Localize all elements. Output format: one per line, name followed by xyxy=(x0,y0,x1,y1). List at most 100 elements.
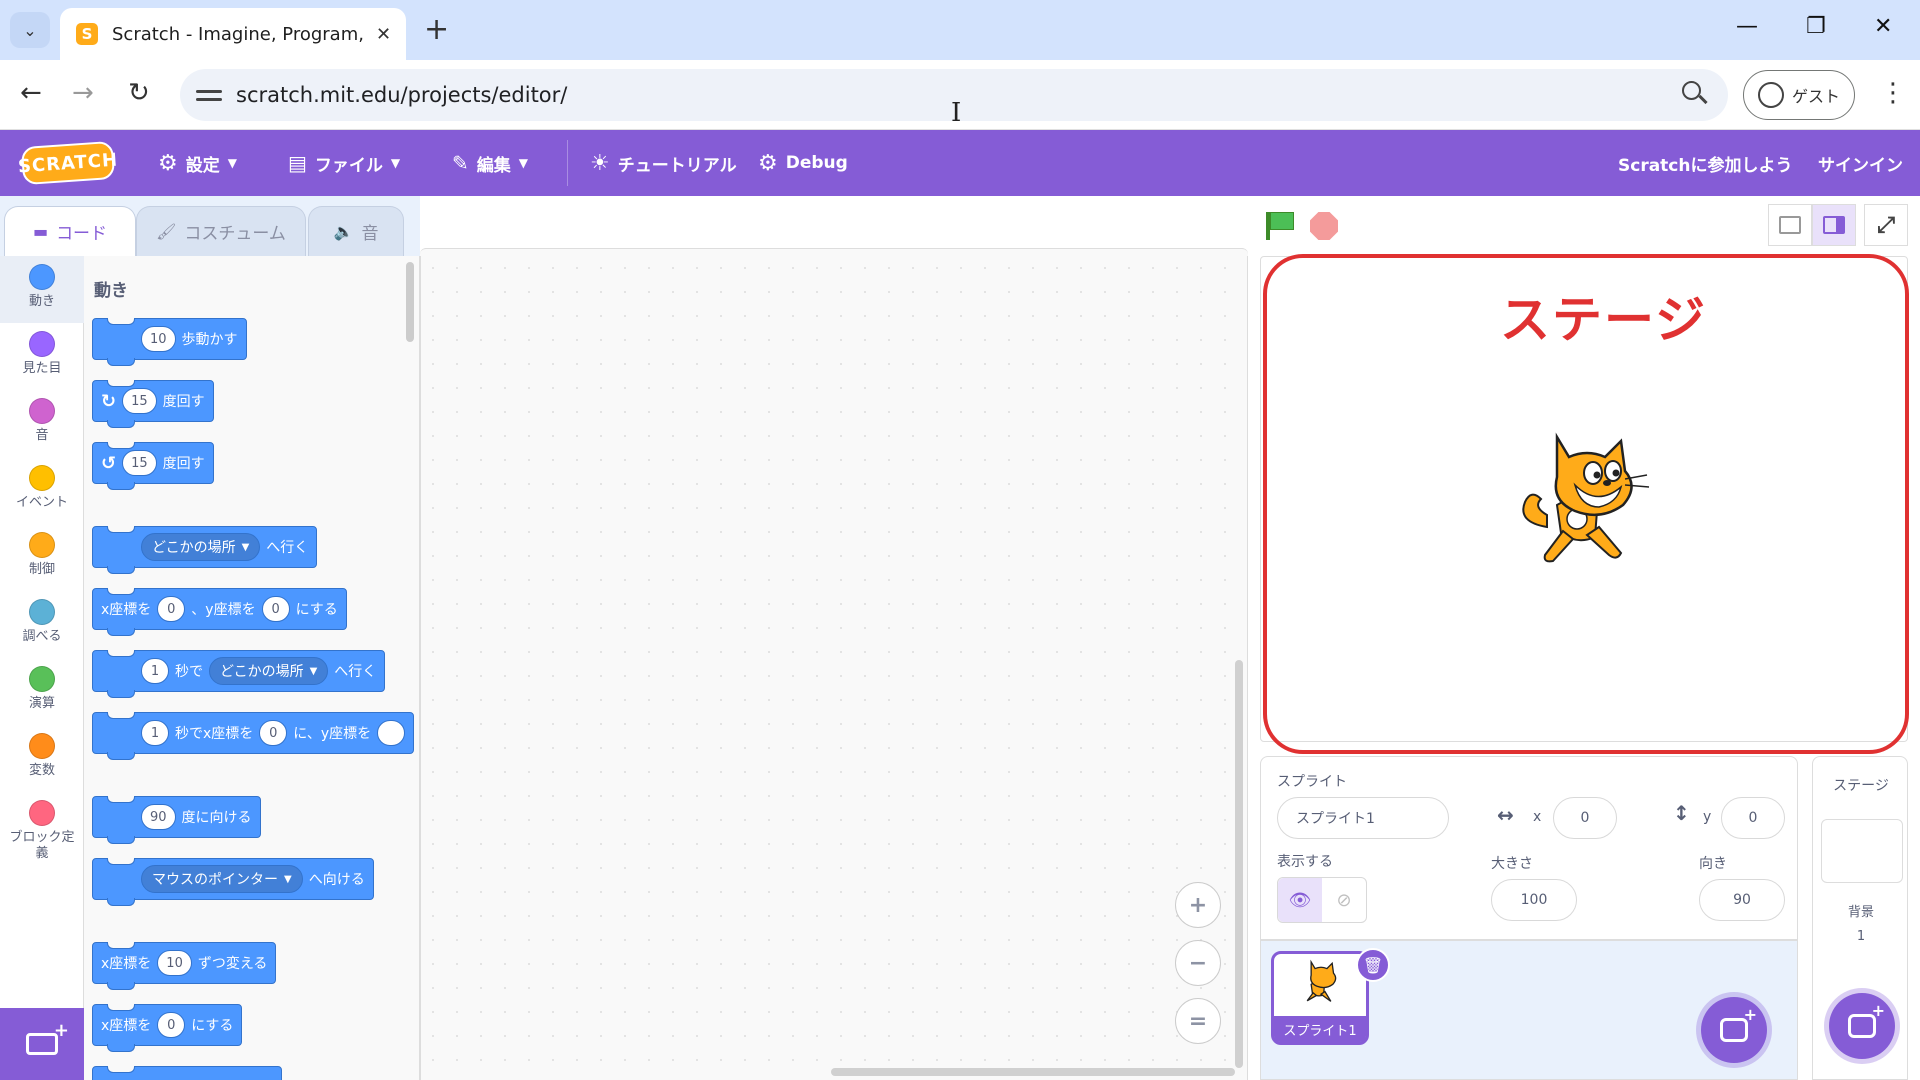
block-input[interactable]: 10 xyxy=(157,950,192,976)
palette-scrollbar[interactable] xyxy=(406,262,414,342)
category-my-blocks[interactable]: ブロック定義 xyxy=(0,792,84,874)
close-window-button[interactable]: ✕ xyxy=(1874,14,1892,39)
profile-button[interactable]: ゲスト xyxy=(1743,70,1855,120)
block-dropdown[interactable]: どこかの場所 ▼ xyxy=(209,657,329,685)
block-go-to[interactable]: どこかの場所 ▼ へ行く xyxy=(92,526,318,574)
zoom-out-button[interactable]: − xyxy=(1175,940,1221,986)
small-stage-button[interactable] xyxy=(1768,204,1812,246)
forward-arrow-icon[interactable]: → xyxy=(72,78,94,108)
zoom-in-button[interactable]: + xyxy=(1175,882,1221,928)
reload-icon[interactable]: ↻ xyxy=(128,78,150,108)
site-info-icon[interactable] xyxy=(196,82,222,108)
tab-costumes[interactable]: 🖌 コスチューム xyxy=(136,206,306,256)
image-plus-icon xyxy=(1848,1001,1885,1038)
settings-menu[interactable]: ⚙ 設定 ▼ xyxy=(158,130,237,196)
sprite-name-input[interactable]: スプライト1 xyxy=(1277,797,1449,839)
join-scratch-link[interactable]: Scratchに参加しよう xyxy=(1618,130,1792,196)
direction-input[interactable]: 90 xyxy=(1699,879,1785,921)
block-point-towards[interactable]: マウスのポインター ▼ へ向ける xyxy=(92,858,374,906)
sign-in-link[interactable]: サインイン xyxy=(1818,130,1903,196)
url-text[interactable]: scratch.mit.edu/projects/editor/ xyxy=(236,83,567,107)
show-label: 表示する xyxy=(1277,854,1333,870)
block-partial[interactable] xyxy=(92,1066,282,1080)
block-turn-left[interactable]: ↺ 15 度回す xyxy=(92,442,214,490)
x-position-input[interactable]: 0 xyxy=(1553,797,1617,839)
zoom-magnifier-icon[interactable] xyxy=(1682,81,1708,107)
kebab-menu-icon[interactable]: ⋮ xyxy=(1880,78,1906,108)
block-input[interactable]: 0 xyxy=(157,596,186,622)
block-change-x[interactable]: x座標を 10 ずつ変える xyxy=(92,942,277,990)
script-horizontal-scrollbar[interactable] xyxy=(831,1068,1235,1076)
tab-code[interactable]: ▬ コード xyxy=(4,206,136,256)
direction-label: 向き xyxy=(1699,856,1727,872)
y-position-input[interactable]: 0 xyxy=(1721,797,1785,839)
block-input[interactable]: 0 xyxy=(157,1012,186,1038)
block-turn-right[interactable]: ↻ 15 度回す xyxy=(92,380,214,428)
close-tab-icon[interactable]: ✕ xyxy=(376,24,391,45)
minimize-button[interactable]: — xyxy=(1736,14,1758,39)
category-motion[interactable]: 動き xyxy=(0,256,84,323)
category-dot xyxy=(29,398,55,424)
block-input[interactable]: 0 xyxy=(259,720,288,746)
sprite-thumbnail[interactable]: スプライト1 🗑 xyxy=(1271,948,1390,1045)
block-set-x[interactable]: x座標を 0 にする xyxy=(92,1004,243,1052)
category-events[interactable]: イベント xyxy=(0,457,84,524)
block-input[interactable]: 0 xyxy=(261,596,290,622)
block-glide-to[interactable]: 1 秒で どこかの場所 ▼ へ行く xyxy=(92,650,386,698)
add-extension-button[interactable] xyxy=(0,1008,84,1080)
block-text: 秒でx座標を xyxy=(175,726,254,742)
category-looks[interactable]: 見た目 xyxy=(0,323,84,390)
size-input[interactable]: 100 xyxy=(1491,879,1577,921)
block-input[interactable]: 90 xyxy=(141,804,176,830)
zoom-out-icon: − xyxy=(1188,950,1208,976)
block-move-steps[interactable]: 10 歩動かす xyxy=(92,318,247,366)
zoom-reset-icon: = xyxy=(1188,1008,1208,1034)
file-menu[interactable]: ▤ ファイル ▼ xyxy=(288,130,400,196)
profile-label: ゲスト xyxy=(1791,87,1840,106)
category-operators[interactable]: 演算 xyxy=(0,658,84,725)
browser-tab-scratch[interactable]: S Scratch - Imagine, Program, Share ✕ xyxy=(60,8,406,60)
stage-target-pane[interactable]: ステージ 背景 1 xyxy=(1812,756,1908,1080)
large-stage-button[interactable] xyxy=(1812,204,1856,246)
edit-menu[interactable]: ✎ 編集 ▼ xyxy=(452,130,528,196)
block-point-direction[interactable]: 90 度に向ける xyxy=(92,796,261,844)
block-input[interactable]: 1 xyxy=(141,720,169,746)
back-arrow-icon[interactable]: ← xyxy=(20,78,42,108)
tab-search-button[interactable]: ⌄ xyxy=(10,12,50,48)
category-sensing[interactable]: 調べる xyxy=(0,591,84,658)
script-vertical-scrollbar[interactable] xyxy=(1235,660,1243,1068)
block-input[interactable] xyxy=(377,720,406,746)
show-button[interactable]: 👁 xyxy=(1278,878,1322,922)
block-input[interactable]: 15 xyxy=(122,450,157,476)
debug-button[interactable]: ⚙ Debug xyxy=(758,130,848,196)
restore-button[interactable]: ❐ xyxy=(1806,14,1826,39)
script-area[interactable]: + − = xyxy=(420,256,1248,1080)
block-dropdown[interactable]: マウスのポインター ▼ xyxy=(141,865,303,893)
scratch-cat-sprite[interactable] xyxy=(1517,427,1657,575)
new-tab-button[interactable]: + xyxy=(424,12,449,47)
scratch-logo[interactable]: SCRATCH xyxy=(17,140,119,186)
category-variables[interactable]: 変数 xyxy=(0,725,84,792)
tab-sounds[interactable]: 🔈 音 xyxy=(308,206,404,256)
green-flag-icon[interactable] xyxy=(1266,212,1294,240)
zoom-reset-button[interactable]: = xyxy=(1175,998,1221,1044)
category-label: 動き xyxy=(28,294,55,309)
block-glide-to-xy[interactable]: 1 秒でx座標を 0 に、y座標を xyxy=(92,712,415,760)
stage-thumbnail[interactable] xyxy=(1821,819,1903,883)
delete-sprite-button[interactable]: 🗑 xyxy=(1356,948,1390,982)
stop-sign-icon[interactable] xyxy=(1310,212,1338,240)
hide-button[interactable]: ⊘ xyxy=(1322,878,1366,922)
fullscreen-button[interactable]: ⤢ xyxy=(1864,204,1908,246)
block-input[interactable]: 10 xyxy=(141,326,176,352)
block-dropdown[interactable]: どこかの場所 ▼ xyxy=(141,533,261,561)
signin-label: サインイン xyxy=(1818,155,1903,176)
category-sound[interactable]: 音 xyxy=(0,390,84,457)
add-sprite-button[interactable] xyxy=(1701,997,1767,1063)
block-input[interactable]: 15 xyxy=(122,388,157,414)
add-backdrop-button[interactable] xyxy=(1829,993,1895,1059)
tutorials-button[interactable]: ☀ チュートリアル xyxy=(590,130,737,196)
block-go-to-xy[interactable]: x座標を 0 、y座標を 0 にする xyxy=(92,588,347,636)
menu-divider xyxy=(567,140,568,186)
category-control[interactable]: 制御 xyxy=(0,524,84,591)
block-input[interactable]: 1 xyxy=(141,658,169,684)
